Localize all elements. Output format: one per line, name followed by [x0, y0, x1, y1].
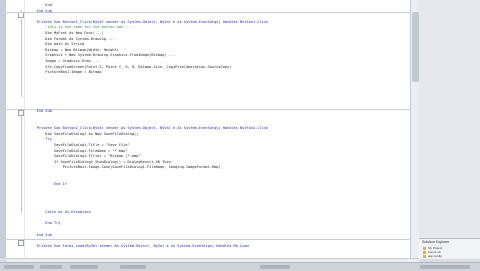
code-line[interactable]: Image = Graphics.Draw ...: [28, 59, 99, 64]
code-line[interactable]: End If: [28, 182, 67, 187]
code-line[interactable]: Graphics = New System.Drawing.Graphics.F…: [28, 53, 175, 58]
solution-item[interactable]: app.config: [428, 254, 442, 258]
status-item: [260, 265, 290, 269]
outline-line: [21, 117, 22, 213]
code-line[interactable]: End: [28, 3, 52, 8]
code-line[interactable]: End Sub: [28, 109, 52, 114]
code-line[interactable]: Dim MyFont As New Font(...): [28, 31, 103, 36]
file-icon: [423, 255, 426, 258]
code-editor[interactable]: End End Sub Private Sub Button1_Click(By…: [6, 0, 410, 258]
code-line[interactable]: Dim SaveFileDialog1 As New SaveFileDialo…: [28, 132, 138, 137]
code-line[interactable]: If SaveFileDialog1.ShowDialog() = Dialog…: [28, 160, 171, 165]
project-icon: [423, 247, 426, 250]
status-item: [70, 265, 98, 269]
solution-explorer-title: Solution Explorer: [422, 240, 450, 244]
file-icon: [423, 251, 426, 254]
method-separator: [6, 239, 410, 240]
collapse-icon[interactable]: [18, 110, 24, 116]
outline-line: [21, 19, 22, 97]
status-item: [4, 265, 34, 269]
code-line[interactable]: PictureBox1.Image.Save(SaveFileDialog1.F…: [28, 165, 221, 170]
code-line[interactable]: Private Sub Form1_Load(ByVal sender As S…: [28, 244, 249, 249]
code-line[interactable]: Catch ex As Exception: [28, 210, 90, 215]
code-line[interactable]: Try: [28, 137, 52, 142]
code-line[interactable]: Dim Format As System.Drawing ...: [28, 37, 114, 42]
ide-window: End End Sub Private Sub Button1_Click(By…: [0, 0, 480, 271]
collapse-icon[interactable]: [18, 240, 24, 246]
solution-explorer: Solution Explorer My Project Form1.vb ap…: [419, 238, 480, 259]
scroll-thumb[interactable]: [412, 12, 419, 82]
code-line[interactable]: Private Sub Button2_Click(ByVal sender A…: [28, 126, 269, 131]
code-line[interactable]: Dim path As String: [28, 42, 84, 47]
code-line[interactable]: 'this is the code for the button one', .…: [28, 25, 136, 30]
right-panel: [419, 0, 480, 258]
method-separator: [6, 109, 410, 110]
code-line[interactable]: Private Sub Button1_Click(ByVal sender A…: [28, 20, 269, 25]
editor-gutter: [6, 0, 25, 258]
method-separator: [6, 12, 410, 13]
code-line[interactable]: SaveFileDialog1.Filter = "Bitmap |*.bmp": [28, 154, 141, 159]
status-item: [120, 265, 146, 269]
code-line[interactable]: Gfx.CopyFromScreen(Point.X, Point.Y, 0, …: [28, 65, 231, 70]
code-line[interactable]: Bitmap = New Bitmap(Width, Height): [28, 48, 119, 53]
code-line[interactable]: SaveFileDialog1.Title = "Save File": [28, 143, 130, 148]
code-line[interactable]: PictureBox1.Image = Bitmap: [28, 70, 101, 75]
code-line[interactable]: End Sub: [28, 9, 52, 14]
code-line[interactable]: SaveFileDialog1.FileName = "*.bmp": [28, 149, 128, 154]
status-item: [420, 265, 470, 269]
status-item: [40, 265, 62, 269]
code-line[interactable]: End Sub: [28, 233, 52, 238]
code-line[interactable]: End Try: [28, 221, 60, 226]
